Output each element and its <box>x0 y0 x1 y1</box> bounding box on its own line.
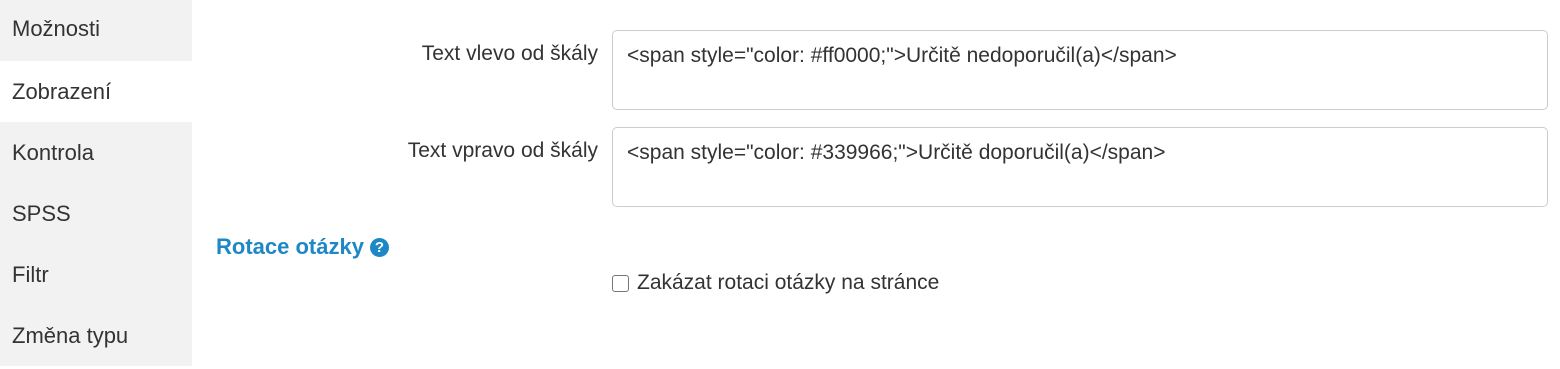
sidebar-item-spss[interactable]: SPSS <box>0 183 192 244</box>
rotation-title-text: Rotace otázky <box>216 234 364 259</box>
sidebar-item-kontrola[interactable]: Kontrola <box>0 122 192 183</box>
right-text-input[interactable]: <span style="color: #339966;">Určitě dop… <box>612 127 1548 207</box>
help-icon[interactable]: ? <box>369 237 389 257</box>
disable-rotation-checkbox[interactable] <box>612 274 629 292</box>
left-text-label: Text vlevo od škály <box>421 42 598 65</box>
sidebar-item-moznosti[interactable]: Možnosti <box>0 0 192 61</box>
sidebar-item-zmena-typu[interactable]: Změna typu <box>0 305 192 366</box>
main-panel: Text vlevo od škály <span style="color: … <box>192 0 1560 369</box>
disable-rotation-label[interactable]: Zakázat rotaci otázky na stránce <box>637 271 939 295</box>
right-text-label: Text vpravo od škály <box>407 139 598 162</box>
sidebar-item-filtr[interactable]: Filtr <box>0 244 192 305</box>
sidebar-item-zobrazeni[interactable]: Zobrazení <box>0 61 192 122</box>
sidebar-nav: Možnosti Zobrazení Kontrola SPSS Filtr Z… <box>0 0 192 369</box>
disable-rotation-option[interactable]: Zakázat rotaci otázky na stránce <box>612 271 939 295</box>
left-text-input[interactable]: <span style="color: #ff0000;">Určitě ned… <box>612 30 1548 110</box>
rotation-section-title: Rotace otázky ? <box>216 234 389 260</box>
